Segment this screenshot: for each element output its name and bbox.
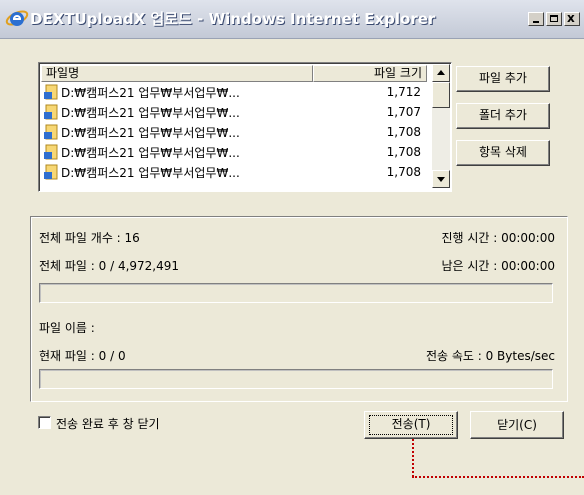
add-file-button[interactable]: 파일 추가	[456, 66, 550, 92]
add-folder-button[interactable]: 폴더 추가	[456, 103, 550, 129]
file-name-cell: D:₩캠퍼스21 업무₩부서업무₩...	[61, 105, 240, 120]
table-row[interactable]: D:₩캠퍼스21 업무₩부서업무₩... 1,707	[41, 102, 427, 122]
window-title: DEXTUploadX 업로드 - Windows Internet Explo…	[30, 10, 436, 28]
scroll-thumb[interactable]	[432, 82, 450, 108]
file-list[interactable]: 파일명 파일 크기 D:₩캠퍼스21 업무₩부서업무₩... 1,712 D:₩캠퍼…	[38, 62, 452, 192]
send-button-label: 전송(T)	[391, 417, 431, 431]
file-name-cell: D:₩캠퍼스21 업무₩부서업무₩...	[61, 125, 240, 140]
file-progress-bar	[39, 369, 553, 389]
annotation-line-vertical	[412, 439, 414, 477]
file-size-cell: 1,712	[386, 85, 421, 99]
total-bytes: 전체 파일 : 0 / 4,972,491	[39, 259, 180, 273]
arrow-down-icon	[437, 177, 445, 182]
scroll-down-button[interactable]	[432, 170, 450, 188]
status-panel: 전체 파일 개수 : 16 진행 시간 : 00:00:00 전체 파일 : 0…	[30, 216, 568, 402]
table-row[interactable]: D:₩캠퍼스21 업무₩부서업무₩... 1,708	[41, 122, 427, 142]
table-row[interactable]: D:₩캠퍼스21 업무₩부서업무₩... 1,712	[41, 82, 427, 102]
file-rows: D:₩캠퍼스21 업무₩부서업무₩... 1,712 D:₩캠퍼스21 업무₩부서업…	[41, 82, 427, 182]
minimize-button[interactable]	[528, 12, 544, 26]
file-size-cell: 1,708	[386, 165, 421, 179]
arrow-up-icon	[437, 70, 445, 75]
total-file-count: 전체 파일 개수 : 16	[39, 231, 140, 245]
close-button[interactable]: 닫기(C)	[470, 411, 564, 439]
table-row[interactable]: D:₩캠퍼스21 업무₩부서업무₩... 1,708	[41, 162, 427, 182]
file-name-label: 파일 이름 :	[39, 321, 95, 335]
file-size-cell: 1,707	[386, 105, 421, 119]
file-name-cell: D:₩캠퍼스21 업무₩부서업무₩...	[61, 145, 240, 160]
maximize-icon	[550, 15, 558, 22]
transfer-speed: 전송 속도 : 0 Bytes/sec	[425, 349, 555, 363]
file-icon	[44, 164, 58, 180]
file-size-cell: 1,708	[386, 145, 421, 159]
file-name-cell: D:₩캠퍼스21 업무₩부서업무₩...	[61, 165, 240, 180]
file-icon	[44, 124, 58, 140]
maximize-button[interactable]	[546, 12, 562, 26]
list-header: 파일명 파일 크기	[41, 65, 427, 82]
column-header-size[interactable]: 파일 크기	[313, 65, 427, 82]
table-row[interactable]: D:₩캠퍼스21 업무₩부서업무₩... 1,708	[41, 142, 427, 162]
current-file: 현재 파일 : 0 / 0	[39, 349, 126, 363]
close-after-checkbox[interactable]	[38, 416, 51, 429]
file-name-cell: D:₩캠퍼스21 업무₩부서업무₩...	[61, 85, 240, 100]
annotation-line-horizontal	[412, 476, 584, 478]
close-icon: x	[567, 11, 575, 25]
minimize-icon	[533, 21, 539, 23]
window-controls: x	[526, 11, 580, 26]
vertical-scrollbar[interactable]	[432, 64, 450, 188]
column-header-name[interactable]: 파일명	[41, 65, 313, 82]
delete-item-button[interactable]: 항목 삭제	[456, 140, 550, 166]
send-button[interactable]: 전송(T)	[364, 411, 458, 439]
file-icon	[44, 84, 58, 100]
title-bar: DEXTUploadX 업로드 - Windows Internet Explo…	[0, 0, 584, 39]
file-size-cell: 1,708	[386, 125, 421, 139]
elapsed-time: 진행 시간 : 00:00:00	[441, 231, 555, 245]
close-after-label[interactable]: 전송 완료 후 창 닫기	[56, 415, 160, 432]
scroll-up-button[interactable]	[432, 64, 450, 82]
ie-icon	[5, 10, 29, 26]
total-progress-bar	[39, 283, 553, 303]
close-window-button[interactable]: x	[564, 11, 580, 26]
remaining-time: 남은 시간 : 00:00:00	[441, 259, 555, 273]
file-icon	[44, 144, 58, 160]
file-icon	[44, 104, 58, 120]
